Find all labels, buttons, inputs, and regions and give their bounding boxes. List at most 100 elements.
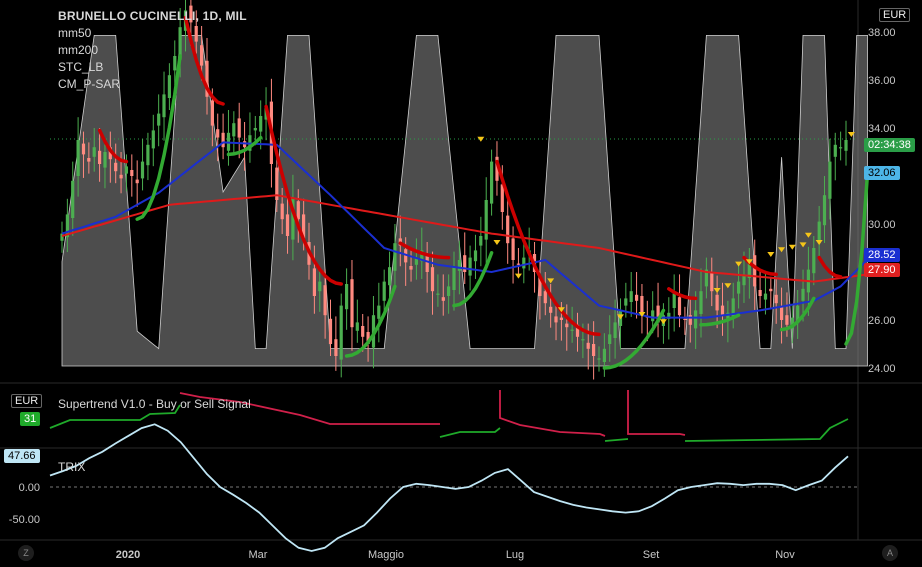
candle-body bbox=[822, 195, 827, 226]
trix-label[interactable]: TRIX bbox=[58, 459, 85, 476]
supertrend-currency-badge[interactable]: EUR bbox=[11, 394, 43, 408]
candle-body bbox=[409, 266, 413, 270]
legend-mm200[interactable]: mm200 bbox=[58, 42, 247, 59]
candle-body bbox=[388, 267, 392, 286]
chart-window: 24.0026.0028.0030.0032.0034.0036.0038.00… bbox=[0, 0, 922, 567]
candle-body bbox=[430, 267, 435, 292]
candle-body bbox=[345, 284, 349, 310]
candle-body bbox=[763, 293, 768, 300]
candle-body bbox=[490, 161, 494, 204]
main-legend: BRUNELLO CUCINELLI, 1D, MIL mm50 mm200 S… bbox=[58, 8, 247, 93]
candle-body bbox=[103, 152, 107, 168]
candle-body bbox=[355, 322, 359, 331]
trix-tick-label: -50.00 bbox=[9, 514, 40, 526]
supertrend-down-line bbox=[627, 390, 686, 436]
candle-body bbox=[602, 348, 606, 362]
legend-mm50[interactable]: mm50 bbox=[58, 25, 247, 42]
candle-body bbox=[98, 150, 102, 164]
supertrend-label[interactable]: Supertrend V1.0 - Buy or Sell Signal bbox=[58, 396, 251, 413]
candle-body bbox=[318, 281, 322, 292]
bottom-left-button[interactable]: Z bbox=[18, 545, 34, 561]
supertrend-value-badge: 31 bbox=[20, 412, 41, 426]
candle-body bbox=[769, 288, 773, 292]
auto-scale-button[interactable]: A bbox=[882, 545, 898, 561]
candle-body bbox=[452, 267, 456, 290]
candle-body bbox=[447, 286, 451, 296]
candle-body bbox=[334, 339, 338, 356]
candle-body bbox=[393, 243, 397, 271]
trix-tick-label: 0.00 bbox=[19, 482, 40, 494]
candle-body bbox=[785, 315, 789, 325]
candle-body bbox=[597, 358, 601, 360]
candle-body bbox=[543, 291, 547, 304]
date-axis-label: 2020 bbox=[116, 549, 140, 561]
price-tick-label: 30.00 bbox=[868, 219, 896, 231]
candle-body bbox=[640, 296, 644, 313]
trix-legend: TRIX bbox=[58, 459, 85, 476]
candle-body bbox=[780, 306, 784, 320]
candle-body bbox=[146, 144, 150, 166]
candle-body bbox=[774, 294, 778, 304]
candle-body bbox=[124, 166, 128, 174]
candle-body bbox=[699, 291, 703, 314]
candle-body bbox=[285, 214, 290, 236]
candle-body bbox=[377, 305, 381, 319]
candle-body bbox=[839, 147, 843, 149]
candle-body bbox=[87, 158, 91, 162]
candle-body bbox=[592, 344, 596, 356]
candle-body bbox=[339, 305, 343, 360]
candle-body bbox=[81, 143, 86, 155]
mm200-value-tag: 27.90 bbox=[864, 263, 900, 277]
candle-body bbox=[151, 130, 155, 149]
candle-body bbox=[232, 123, 236, 137]
candle-body bbox=[694, 310, 698, 329]
candle-body bbox=[565, 323, 569, 328]
price-tick-label: 36.00 bbox=[868, 75, 896, 87]
supertrend-down-line bbox=[499, 390, 606, 437]
candle-body bbox=[672, 293, 676, 308]
supertrend-up-line bbox=[439, 427, 501, 438]
candle-body bbox=[554, 316, 558, 323]
candle-body bbox=[323, 285, 327, 316]
candle-body bbox=[253, 128, 257, 131]
trix-line bbox=[49, 423, 849, 552]
date-axis-label: Set bbox=[643, 549, 660, 561]
candle-body bbox=[833, 144, 837, 157]
candle-body bbox=[237, 118, 241, 138]
candle-body bbox=[441, 297, 445, 301]
candle-body bbox=[737, 281, 741, 294]
candle-body bbox=[382, 281, 386, 301]
candle-body bbox=[76, 140, 80, 176]
candle-body bbox=[280, 203, 284, 220]
candle-body bbox=[677, 297, 682, 316]
candle-body bbox=[71, 180, 75, 218]
price-tick-label: 24.00 bbox=[868, 363, 896, 375]
date-axis-label: Mar bbox=[249, 549, 268, 561]
candle-body bbox=[812, 248, 816, 274]
candle-body bbox=[436, 293, 440, 295]
signal-triangle bbox=[514, 273, 522, 279]
candle-body bbox=[157, 113, 161, 126]
candle-body bbox=[613, 322, 617, 338]
candle-body bbox=[162, 94, 166, 118]
cyan-value-tag: 32.06 bbox=[864, 166, 900, 180]
candle-body bbox=[114, 162, 118, 172]
candle-body bbox=[586, 342, 590, 349]
candle-body bbox=[710, 273, 714, 292]
candle-body bbox=[500, 184, 504, 212]
legend-stc[interactable]: STC_LB bbox=[58, 59, 247, 76]
candle-body bbox=[506, 215, 510, 244]
legend-psar[interactable]: CM_P-SAR bbox=[58, 76, 247, 93]
currency-badge[interactable]: EUR bbox=[879, 8, 911, 22]
candle-body bbox=[758, 290, 762, 296]
candle-body bbox=[119, 174, 123, 179]
candle-body bbox=[259, 116, 263, 132]
candle-body bbox=[216, 129, 220, 138]
price-tick-label: 38.00 bbox=[868, 27, 896, 39]
candle-body bbox=[221, 132, 225, 148]
candle-body bbox=[753, 255, 757, 287]
supertrend-up-line bbox=[684, 418, 849, 442]
candle-body bbox=[468, 257, 472, 276]
candle-body bbox=[328, 318, 333, 344]
candle-body bbox=[361, 326, 365, 337]
